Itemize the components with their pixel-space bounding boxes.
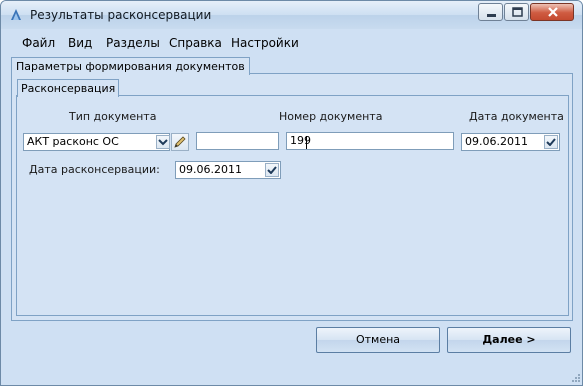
menu-settings[interactable]: Настройки	[231, 36, 299, 50]
resize-grip-icon[interactable]	[569, 372, 581, 384]
doc-number-label: Номер документа	[279, 110, 383, 123]
checkmark-icon	[546, 138, 556, 146]
menu-view[interactable]: Вид	[68, 36, 92, 50]
unpreserve-date-value: 09.06.2011	[179, 163, 242, 176]
text-cursor	[306, 136, 307, 149]
doc-series-input[interactable]	[196, 132, 279, 150]
doc-type-dropdown-button[interactable]	[156, 135, 170, 149]
app-window: Результаты расконсервации Файл Вид Разде…	[0, 0, 583, 386]
doc-date-value: 09.06.2011	[465, 135, 528, 148]
maximize-icon	[512, 7, 523, 17]
doc-type-value: АКТ расконс ОС	[27, 135, 119, 148]
menu-file[interactable]: Файл	[22, 36, 55, 50]
unpreserve-date-dropdown-button[interactable]	[265, 163, 279, 177]
app-logo-icon	[11, 9, 21, 20]
close-icon	[548, 7, 558, 17]
title-bar[interactable]: Результаты расконсервации	[1, 1, 582, 29]
doc-date-label: Дата документа	[469, 110, 564, 123]
doc-number-input[interactable]: 199	[286, 132, 454, 150]
tab-document-parameters[interactable]: Параметры формирования документов	[11, 57, 250, 75]
next-button[interactable]: Далее >	[447, 327, 571, 353]
cancel-button[interactable]: Отмена	[316, 327, 440, 353]
doc-type-label: Тип документа	[69, 110, 157, 123]
pencil-icon	[174, 136, 186, 148]
window-title: Результаты расконсервации	[30, 8, 212, 22]
minimize-button[interactable]	[478, 3, 503, 21]
minimize-icon	[487, 14, 496, 17]
menu-help[interactable]: Справка	[169, 36, 222, 50]
unpreserve-date-label: Дата расконсервации:	[29, 163, 160, 176]
doc-type-select[interactable]: АКТ расконс ОС	[23, 133, 170, 151]
maximize-button[interactable]	[504, 3, 529, 21]
close-button[interactable]	[530, 3, 574, 21]
menu-sections[interactable]: Разделы	[106, 36, 160, 50]
doc-type-edit-button[interactable]	[171, 133, 189, 151]
chevron-down-icon	[158, 139, 168, 146]
tab-unpreservation[interactable]: Расконсервация	[17, 79, 120, 97]
checkmark-icon	[267, 166, 277, 174]
inner-tab-panel	[16, 95, 569, 316]
doc-number-value: 199	[290, 134, 311, 147]
doc-date-dropdown-button[interactable]	[544, 135, 558, 149]
